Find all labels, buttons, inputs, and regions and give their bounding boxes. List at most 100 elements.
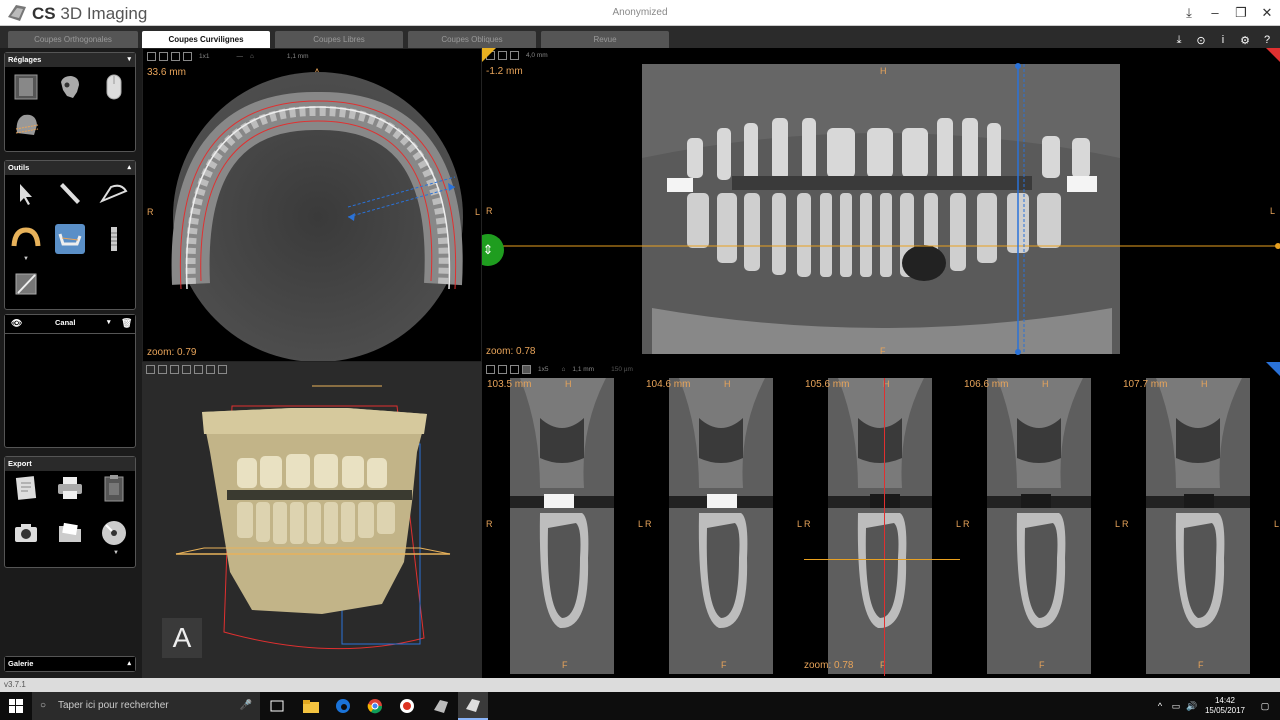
current-slice-line[interactable] [884, 378, 885, 676]
folder-icon[interactable] [55, 518, 85, 548]
cross-section-panel[interactable] [510, 378, 614, 674]
cross-section-orient-left: R [1122, 519, 1129, 529]
cs-3d-imaging-taskbar-icon[interactable] [458, 692, 488, 720]
cross-section-panel[interactable] [669, 378, 773, 674]
volume-icon[interactable]: 🔊 [1184, 701, 1200, 712]
canal-divider [5, 333, 135, 334]
network-icon[interactable]: ▭ [1168, 701, 1184, 712]
cross-section-panel[interactable] [1146, 378, 1250, 674]
cross-slices: 1x5 [538, 366, 549, 373]
help-icon[interactable]: ? [1260, 34, 1274, 47]
mouse-icon[interactable] [99, 72, 129, 102]
disc-dropdown-icon[interactable]: ▼ [113, 550, 119, 556]
record-icon[interactable]: ⊙ [1194, 34, 1208, 47]
export-header[interactable]: Export [5, 457, 135, 471]
implant-icon[interactable] [99, 224, 129, 254]
clock-time: 14:42 [1214, 696, 1236, 705]
taskbar-clock[interactable]: 14:42 15/05/2017 [1200, 696, 1250, 716]
cross-section-orient-right: L [956, 519, 962, 529]
tray-expand-icon[interactable]: ^ [1152, 701, 1168, 711]
info-icon[interactable]: i [1216, 34, 1230, 47]
panoramic-viewport[interactable]: 4,0 mm -1.2 mm H R L F zoom: 0.78 ⇕ [482, 48, 1280, 362]
cross-section-panel[interactable] [987, 378, 1091, 674]
close-button[interactable]: ✕ [1254, 0, 1280, 26]
galerie-header[interactable]: Galerie ▴ [5, 657, 135, 671]
cross-section-panel[interactable] [828, 378, 932, 674]
axial-viewport[interactable]: 1x1 — ⌂ 1,1 mm 33.6 mm A R L P zoom: 0.7… [142, 48, 482, 362]
cross-section-orient-right: L [638, 519, 644, 529]
taskbar-search[interactable]: ○ Taper ici pour rechercher 🎤 [32, 692, 260, 720]
reglages-header[interactable]: Réglages ▾ [5, 53, 135, 67]
settings-icon[interactable]: ⚙ [1238, 34, 1252, 47]
notifications-icon[interactable]: ▢ [1250, 701, 1280, 712]
outils-header[interactable]: Outils ▴ [5, 161, 135, 175]
save-view-icon[interactable] [486, 365, 495, 374]
tab-coupes-orthogonales[interactable]: Coupes Orthogonales [8, 31, 138, 48]
slice-square-icon[interactable] [510, 365, 519, 374]
arch-dropdown-icon[interactable]: ▼ [23, 256, 29, 262]
version-label: v3.7.1 [4, 680, 26, 689]
file-explorer-icon[interactable] [296, 692, 326, 720]
start-button[interactable] [0, 692, 32, 720]
report-icon[interactable] [11, 473, 41, 503]
arch-icon[interactable] [11, 224, 41, 254]
clipboard-icon[interactable] [99, 473, 129, 503]
windows-logo-icon [9, 699, 23, 713]
cross-section-orient-right: L [797, 519, 803, 529]
edge-icon[interactable] [328, 692, 358, 720]
cross-section-image [1146, 378, 1250, 674]
volume-viewport[interactable]: A [142, 362, 482, 678]
panoramic-orient-bottom: F [880, 346, 886, 356]
cross-section-orient-top: H [1042, 379, 1049, 389]
slice-filled-icon[interactable] [522, 365, 531, 374]
printer-icon[interactable] [55, 473, 85, 503]
save-window-icon[interactable]: ⤓ [1176, 0, 1202, 26]
canal-panel: 👁 Canal ▾ 🗑 [4, 314, 136, 448]
orientation-cube-label[interactable]: A [162, 618, 202, 658]
recorder-icon[interactable] [392, 692, 422, 720]
cross-section-orient-right: L [1115, 519, 1121, 529]
head-profile-icon[interactable] [11, 110, 41, 140]
cross-sections-viewport[interactable]: 1x5 ⌂ 1,1 mm 150 µm 103.5 mm H F R L 104… [482, 362, 1280, 678]
cross-section-orient-bottom: F [1039, 660, 1045, 670]
skull-icon[interactable] [55, 72, 85, 102]
cross-section-orient-right: L [1274, 519, 1280, 529]
jaw-canal-icon[interactable] [55, 224, 85, 254]
cross-zoom: zoom: 0.78 [804, 660, 854, 671]
tab-strip: Coupes Orthogonales Coupes Curvilignes C… [0, 26, 1280, 48]
disc-icon[interactable] [99, 518, 129, 548]
angle-icon[interactable] [99, 179, 129, 209]
minimize-button[interactable]: – [1202, 0, 1228, 26]
slice-icon[interactable] [11, 269, 41, 299]
camera-icon[interactable] [11, 518, 41, 548]
document-name: Anonymized [612, 7, 668, 18]
export-icon[interactable]: ⤓ [1172, 34, 1186, 47]
cross-section-orient-left: R [645, 519, 652, 529]
canal-dropdown-icon[interactable]: ▾ [107, 315, 111, 331]
task-view-icon[interactable] [262, 692, 292, 720]
pointer-icon[interactable] [11, 179, 41, 209]
cross-section-image [987, 378, 1091, 674]
tab-coupes-obliques[interactable]: Coupes Obliques [408, 31, 536, 48]
measure-line[interactable] [804, 559, 960, 560]
tab-coupes-curvilignes[interactable]: Coupes Curvilignes [142, 31, 270, 48]
chrome-icon[interactable] [360, 692, 390, 720]
panoramic-orient-left: R [486, 206, 493, 216]
cross-thickness-icon[interactable]: ⌂ [561, 366, 565, 373]
cross-section-image [828, 378, 932, 674]
canal-header: 👁 Canal ▾ 🗑 [5, 315, 135, 331]
layout-icon[interactable] [498, 365, 507, 374]
panoramic-orient-top: H [880, 66, 887, 76]
maximize-button[interactable]: ❐ [1228, 0, 1254, 26]
ruler-icon[interactable] [55, 179, 85, 209]
cross-section-orient-bottom: F [562, 660, 568, 670]
contrast-icon[interactable] [11, 72, 41, 102]
tab-coupes-libres[interactable]: Coupes Libres [275, 31, 403, 48]
panoramic-orient-right: L [1270, 206, 1276, 216]
microphone-icon[interactable]: 🎤 [240, 692, 252, 720]
panoramic-depth: -1.2 mm [486, 66, 523, 77]
trash-icon[interactable]: 🗑 [121, 315, 132, 331]
cs-imaging-taskbar-icon[interactable] [426, 692, 456, 720]
tab-revue[interactable]: Revue [541, 31, 669, 48]
eye-icon[interactable]: 👁 [11, 315, 22, 331]
